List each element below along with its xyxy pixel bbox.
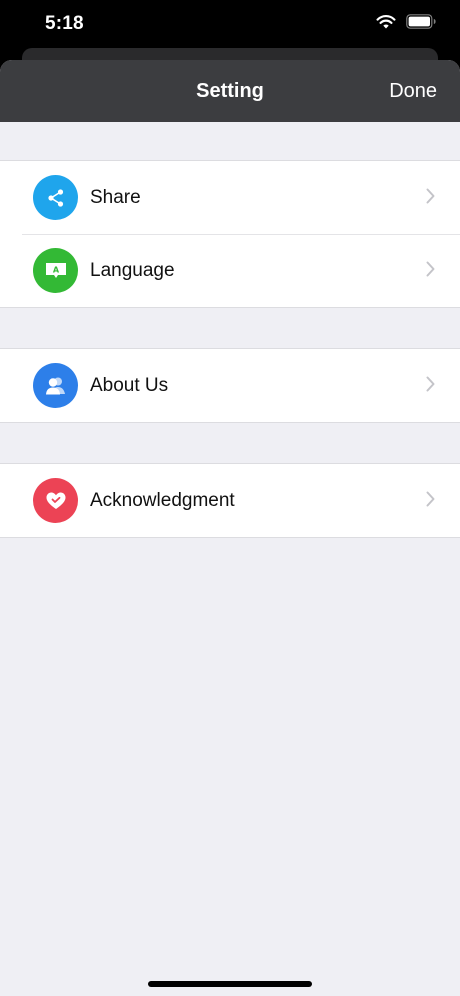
language-label: Language bbox=[90, 260, 175, 281]
status-time: 5:18 bbox=[45, 13, 84, 34]
status-bar: 5:18 bbox=[0, 0, 460, 50]
share-label: Share bbox=[90, 187, 141, 208]
acknowledgment-label: Acknowledgment bbox=[90, 490, 235, 511]
heart-icon bbox=[33, 478, 78, 523]
about-us-label: About Us bbox=[90, 375, 169, 396]
navigation-bar: Setting Done bbox=[0, 60, 460, 122]
share-icon bbox=[33, 175, 78, 220]
settings-group-2: About Us bbox=[0, 348, 460, 423]
acknowledgment-row[interactable]: Acknowledgment bbox=[0, 464, 460, 537]
share-row[interactable]: Share bbox=[0, 161, 460, 234]
language-icon: A bbox=[33, 248, 78, 293]
chevron-right-icon bbox=[426, 491, 435, 512]
about-us-row[interactable]: About Us bbox=[0, 349, 460, 422]
svg-text:A: A bbox=[52, 265, 59, 274]
settings-group-1: Share A Language bbox=[0, 160, 460, 308]
chevron-right-icon bbox=[426, 376, 435, 397]
settings-group-3: Acknowledgment bbox=[0, 463, 460, 538]
wifi-icon bbox=[376, 14, 396, 34]
chevron-right-icon bbox=[426, 188, 435, 209]
battery-icon bbox=[406, 14, 436, 34]
status-icons bbox=[376, 14, 436, 34]
about-us-icon bbox=[33, 363, 78, 408]
home-indicator[interactable] bbox=[148, 981, 312, 987]
done-button[interactable]: Done bbox=[389, 80, 437, 103]
language-row[interactable]: A Language bbox=[0, 234, 460, 307]
chevron-right-icon bbox=[426, 261, 435, 282]
settings-sheet: Setting Done Share A Language About Us A… bbox=[0, 60, 460, 996]
